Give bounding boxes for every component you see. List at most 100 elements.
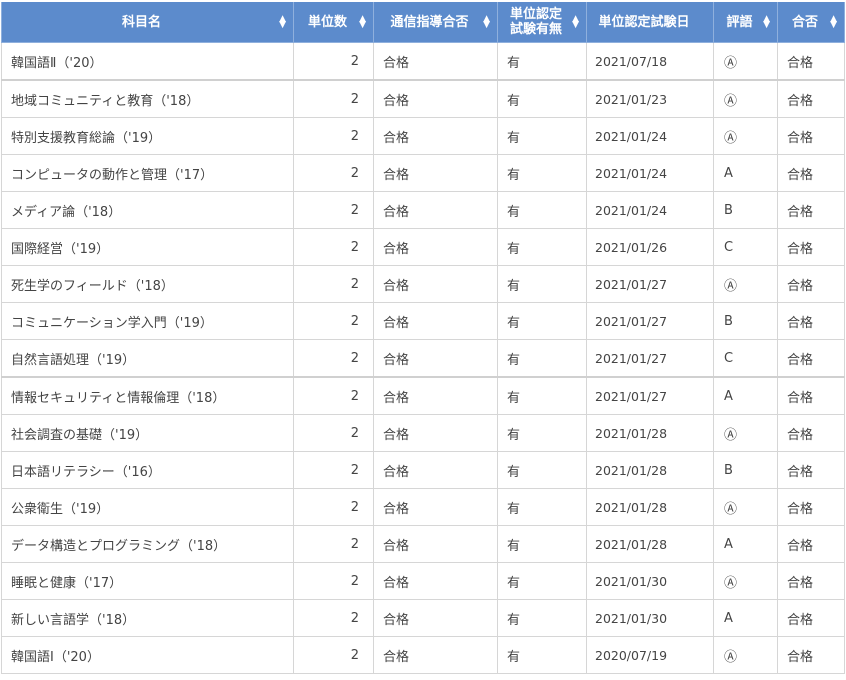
cell-exam: 有 <box>497 562 587 600</box>
column-header-label: 通信指導合否 <box>390 14 469 30</box>
cell-grade: Ⓐ <box>713 42 778 81</box>
cell-grade: Ⓐ <box>713 79 778 118</box>
table-row: 韓国語Ⅰ（'20） 2 合格有 2020/07/19 Ⓐ 合格 <box>1 636 845 674</box>
cell-subject: 公衆衛生（'19） <box>1 488 294 526</box>
cell-credits: 2 <box>293 302 374 340</box>
column-header-correspondence[interactable]: 通信指導合否 ▲ ▼ <box>373 2 498 43</box>
table-row: 公衆衛生（'19） 2 合格有 2021/01/28 Ⓐ 合格 <box>1 488 845 526</box>
table-header: 科目名 ▲ ▼ 単位数 ▲ ▼ 通信指導合否 ▲ ▼ 単位認定 試験有無 ▲ ▼ 単位認定試験日… <box>1 2 845 43</box>
cell-exam: 有 <box>497 42 587 81</box>
cell-result: 合格 <box>777 451 845 489</box>
cell-exam: 有 <box>497 228 587 266</box>
cell-grade: B <box>713 191 778 229</box>
cell-subject: 情報セキュリティと情報倫理（'18） <box>1 376 294 415</box>
cell-exam-date: 2021/01/27 <box>586 339 714 378</box>
cell-correspondence: 合格 <box>373 117 498 155</box>
cell-exam: 有 <box>497 525 587 563</box>
cell-subject: 自然言語処理（'19） <box>1 339 294 378</box>
cell-grade: Ⓐ <box>713 562 778 600</box>
table-row: 国際経営（'19） 2 合格有 2021/01/26 C 合格 <box>1 228 845 266</box>
cell-result: 合格 <box>777 154 845 192</box>
cell-credits: 2 <box>293 376 374 415</box>
table-row: コンピュータの動作と管理（'17） 2 合格有 2021/01/24 A 合格 <box>1 154 845 192</box>
cell-exam-date: 2021/01/24 <box>586 117 714 155</box>
cell-grade: C <box>713 339 778 378</box>
cell-exam: 有 <box>497 339 587 378</box>
column-header-exam[interactable]: 単位認定 試験有無 ▲ ▼ <box>497 2 587 43</box>
cell-grade: B <box>713 302 778 340</box>
cell-subject: コンピュータの動作と管理（'17） <box>1 154 294 192</box>
cell-correspondence: 合格 <box>373 414 498 452</box>
cell-grade: Ⓐ <box>713 488 778 526</box>
column-header-exam-date[interactable]: 単位認定試験日 <box>586 2 714 43</box>
column-header-label: 合否 <box>791 14 818 30</box>
cell-credits: 2 <box>293 488 374 526</box>
column-header-result[interactable]: 合否 ▲ ▼ <box>777 2 845 43</box>
cell-grade: B <box>713 451 778 489</box>
cell-result: 合格 <box>777 79 845 118</box>
table-row: 睡眠と健康（'17） 2 合格有 2021/01/30 Ⓐ 合格 <box>1 562 845 600</box>
column-header-label: 単位数 <box>307 14 347 30</box>
cell-subject: 韓国語Ⅰ（'20） <box>1 636 294 674</box>
cell-grade: Ⓐ <box>713 414 778 452</box>
cell-subject: 地域コミュニティと教育（'18） <box>1 79 294 118</box>
cell-correspondence: 合格 <box>373 228 498 266</box>
sort-icon: ▲ ▼ <box>359 14 366 30</box>
cell-correspondence: 合格 <box>373 562 498 600</box>
cell-subject: 死生学のフィールド（'18） <box>1 265 294 303</box>
cell-correspondence: 合格 <box>373 191 498 229</box>
cell-credits: 2 <box>293 636 374 674</box>
cell-result: 合格 <box>777 265 845 303</box>
cell-subject: 新しい言語学（'18） <box>1 599 294 637</box>
cell-exam: 有 <box>497 488 587 526</box>
table-row: 死生学のフィールド（'18） 2 合格有 2021/01/27 Ⓐ 合格 <box>1 265 845 303</box>
cell-subject: 日本語リテラシー（'16） <box>1 451 294 489</box>
cell-credits: 2 <box>293 42 374 81</box>
cell-exam-date: 2021/07/18 <box>586 42 714 81</box>
grades-table: 科目名 ▲ ▼ 単位数 ▲ ▼ 通信指導合否 ▲ ▼ 単位認定 試験有無 ▲ ▼ 単位認定試験日… <box>1 2 845 674</box>
table-row: 新しい言語学（'18） 2 合格有 2021/01/30 A 合格 <box>1 599 845 637</box>
cell-subject: 社会調査の基礎（'19） <box>1 414 294 452</box>
cell-result: 合格 <box>777 562 845 600</box>
cell-grade: Ⓐ <box>713 117 778 155</box>
cell-result: 合格 <box>777 302 845 340</box>
cell-grade: A <box>713 599 778 637</box>
cell-correspondence: 合格 <box>373 302 498 340</box>
cell-correspondence: 合格 <box>373 376 498 415</box>
table-row: 情報セキュリティと情報倫理（'18） 2 合格有 2021/01/27 A 合格 <box>1 376 845 415</box>
cell-result: 合格 <box>777 42 845 81</box>
column-header-label: 単位認定 試験有無 <box>509 7 562 37</box>
cell-exam-date: 2021/01/26 <box>586 228 714 266</box>
cell-grade: A <box>713 525 778 563</box>
table-row: コミュニケーション学入門（'19） 2 合格有 2021/01/27 B 合格 <box>1 302 845 340</box>
cell-exam-date: 2021/01/24 <box>586 154 714 192</box>
cell-exam-date: 2021/01/28 <box>586 525 714 563</box>
cell-subject: 国際経営（'19） <box>1 228 294 266</box>
cell-credits: 2 <box>293 599 374 637</box>
cell-exam-date: 2021/01/28 <box>586 488 714 526</box>
cell-subject: 韓国語Ⅱ（'20） <box>1 42 294 81</box>
cell-result: 合格 <box>777 117 845 155</box>
cell-grade: Ⓐ <box>713 636 778 674</box>
cell-credits: 2 <box>293 154 374 192</box>
cell-exam-date: 2021/01/27 <box>586 265 714 303</box>
cell-exam: 有 <box>497 376 587 415</box>
table-row: データ構造とプログラミング（'18） 2 合格有 2021/01/28 A 合格 <box>1 525 845 563</box>
table-row: 地域コミュニティと教育（'18） 2 合格有 2021/01/23 Ⓐ 合格 <box>1 79 845 118</box>
cell-credits: 2 <box>293 451 374 489</box>
cell-exam: 有 <box>497 599 587 637</box>
column-header-credits[interactable]: 単位数 ▲ ▼ <box>293 2 374 43</box>
cell-result: 合格 <box>777 376 845 415</box>
sort-icon: ▲ ▼ <box>572 14 579 30</box>
cell-result: 合格 <box>777 191 845 229</box>
table-row: 社会調査の基礎（'19） 2 合格有 2021/01/28 Ⓐ 合格 <box>1 414 845 452</box>
column-header-grade[interactable]: 評語 ▲ ▼ <box>713 2 778 43</box>
cell-subject: データ構造とプログラミング（'18） <box>1 525 294 563</box>
column-header-subject[interactable]: 科目名 ▲ ▼ <box>1 2 294 43</box>
cell-exam-date: 2021/01/30 <box>586 562 714 600</box>
cell-credits: 2 <box>293 228 374 266</box>
cell-exam: 有 <box>497 636 587 674</box>
cell-exam: 有 <box>497 117 587 155</box>
cell-correspondence: 合格 <box>373 339 498 378</box>
header-row: 科目名 ▲ ▼ 単位数 ▲ ▼ 通信指導合否 ▲ ▼ 単位認定 試験有無 ▲ ▼ 単位認定試験日… <box>1 2 845 43</box>
